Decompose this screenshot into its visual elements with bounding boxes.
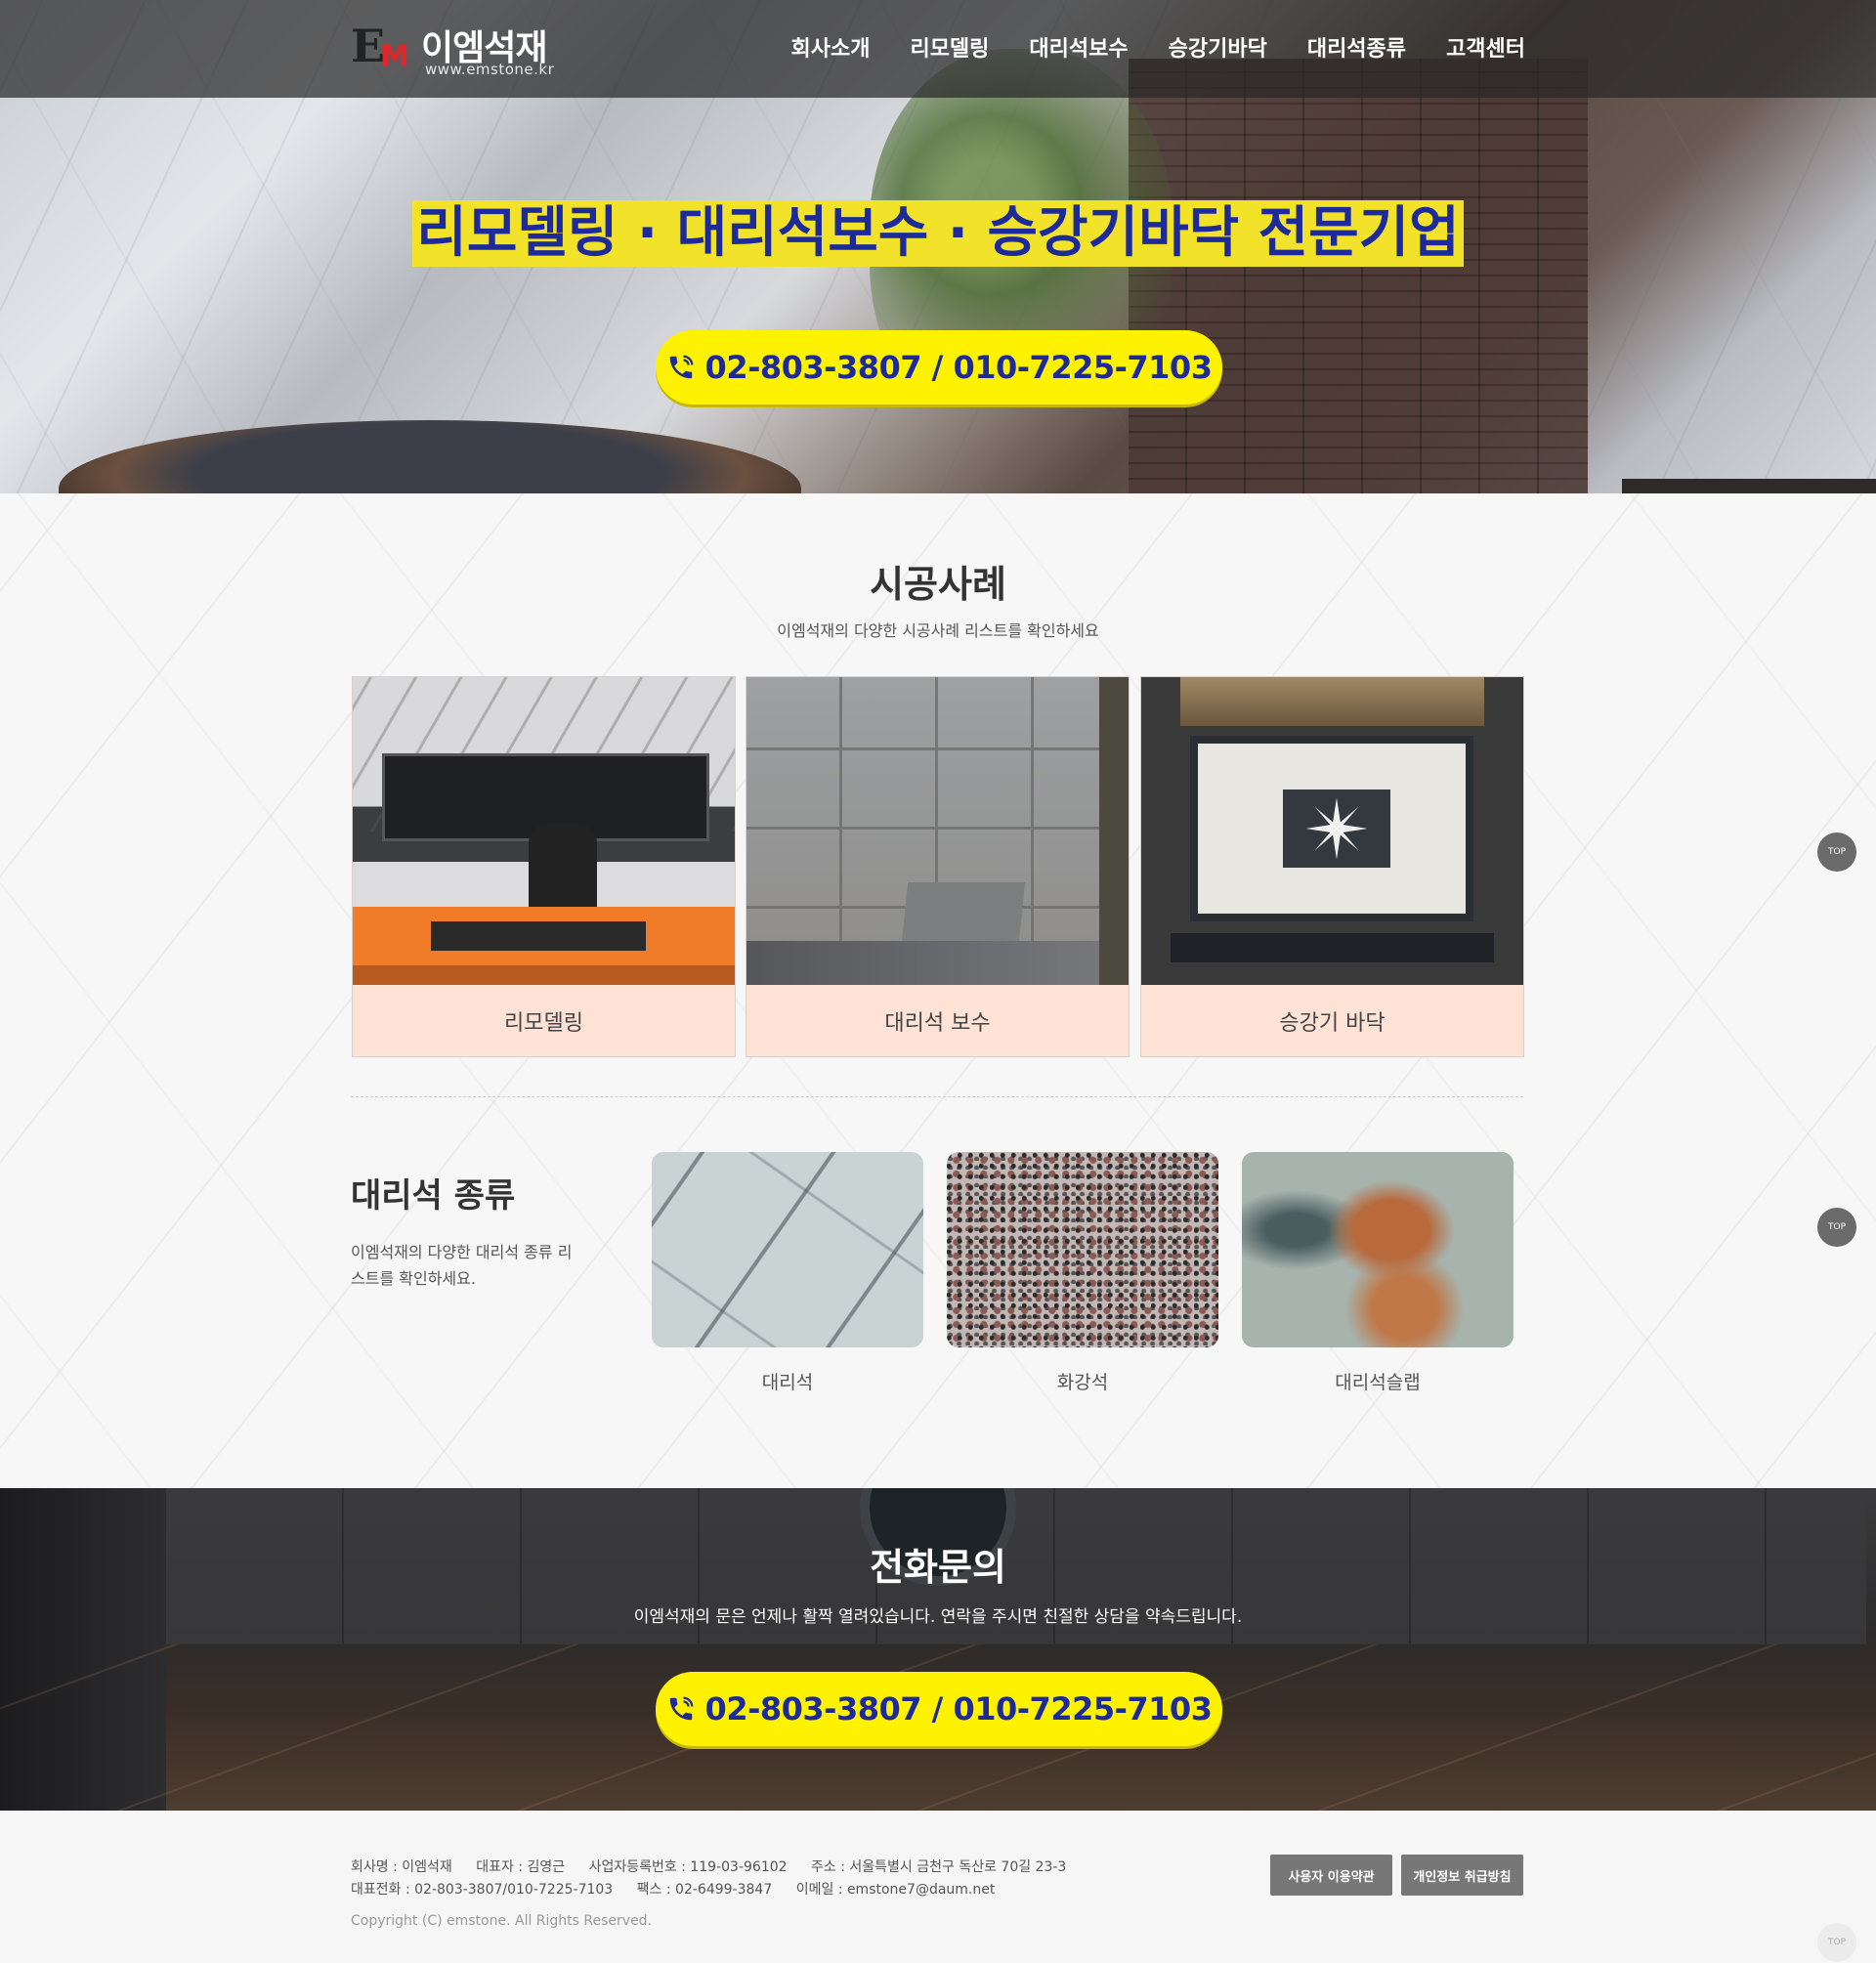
nav-item-marble-repair[interactable]: 대리석보수 xyxy=(1029,31,1128,63)
stone-image-marble-slab[interactable] xyxy=(1242,1152,1514,1347)
scroll-top-button[interactable]: TOP xyxy=(1817,1208,1856,1247)
hero-banner: E M 이엠석재 www.emstone.kr 회사소개 리모델링 대리석보수 … xyxy=(0,0,1876,493)
section-divider xyxy=(351,1096,1523,1097)
stone-types-title: 대리석 종류 xyxy=(351,1176,516,1216)
stone-caption-marble: 대리석 xyxy=(761,1372,814,1393)
case-image-marble-repair xyxy=(746,677,1129,985)
stone-image-granite[interactable] xyxy=(947,1152,1218,1347)
contact-phone-number: 02-803-3807 / 010-7225-7103 xyxy=(704,1690,1213,1728)
footer-copyright: Copyright (C) emstone. All Rights Reserv… xyxy=(351,1913,653,1929)
footer-contact-info: 대표전화 : 02-803-3807/010-7225-7103 팩스 : 02… xyxy=(351,1879,1014,1899)
hero-headline: 리모델링 · 대리석보수 · 승강기바닥 전문기업 xyxy=(412,200,1464,267)
footer-fax: 팩스 : 02-6499-3847 xyxy=(636,1882,773,1898)
case-caption: 대리석 보수 xyxy=(884,1011,991,1036)
nav-item-elevator-floor[interactable]: 승강기바닥 xyxy=(1169,31,1267,63)
contact-phone-button[interactable]: 02-803-3807 / 010-7225-7103 xyxy=(656,1672,1222,1746)
terms-button[interactable]: 사용자 이용약관 xyxy=(1270,1855,1392,1896)
contact-title: 전화문의 xyxy=(870,1546,1006,1589)
case-image-remodeling xyxy=(353,677,735,985)
cases-title: 시공사례 xyxy=(870,563,1006,606)
logo-mark-m: M xyxy=(380,39,409,73)
privacy-policy-button[interactable]: 개인정보 취급방침 xyxy=(1401,1855,1523,1896)
hero-phone-button[interactable]: 02-803-3807 / 010-7225-7103 xyxy=(656,330,1222,405)
footer-business-number: 사업자등록번호 : 119-03-96102 xyxy=(588,1859,788,1875)
footer-email: 이메일 : emstone7@daum.net xyxy=(795,1882,996,1898)
stone-caption-granite: 화강석 xyxy=(1056,1372,1109,1393)
site-logo[interactable]: E M 이엠석재 www.emstone.kr xyxy=(351,18,556,80)
footer-tel: 대표전화 : 02-803-3807/010-7225-7103 xyxy=(351,1882,614,1898)
phone-icon xyxy=(669,355,693,379)
stone-types-desc: 이엠석재의 다양한 대리석 종류 리스트를 확인하세요. xyxy=(351,1243,573,1288)
main-nav: 회사소개 리모델링 대리석보수 승강기바닥 대리석종류 고객센터 xyxy=(750,31,1525,63)
footer-ceo: 대표자 : 김영근 xyxy=(476,1859,566,1875)
case-card-marble-repair[interactable]: 대리석 보수 xyxy=(746,676,1130,1057)
site-footer: 회사명 : 이엠석재 대표자 : 김영근 사업자등록번호 : 119-03-96… xyxy=(0,1811,1876,1963)
case-card-elevator-floor[interactable]: 승강기 바닥 xyxy=(1140,676,1524,1057)
case-caption: 승강기 바닥 xyxy=(1279,1011,1386,1036)
footer-address: 주소 : 서울특별시 금천구 독산로 70길 23-3 xyxy=(811,1859,1067,1875)
stone-image-marble[interactable] xyxy=(652,1152,923,1347)
top-navigation-bar: E M 이엠석재 www.emstone.kr 회사소개 리모델링 대리석보수 … xyxy=(0,0,1876,98)
scroll-top-button[interactable]: TOP xyxy=(1817,832,1856,872)
nav-item-customer-center[interactable]: 고객센터 xyxy=(1446,31,1525,63)
nav-item-remodeling[interactable]: 리모델링 xyxy=(910,31,989,63)
hero-phone-number: 02-803-3807 / 010-7225-7103 xyxy=(704,349,1213,386)
nav-item-marble-types[interactable]: 대리석종류 xyxy=(1307,31,1406,63)
logo-url: www.emstone.kr xyxy=(425,61,555,78)
nav-item-company[interactable]: 회사소개 xyxy=(790,31,870,63)
scroll-top-button[interactable]: TOP xyxy=(1817,1923,1856,1962)
case-image-elevator-floor xyxy=(1141,677,1523,985)
footer-company-info: 회사명 : 이엠석재 대표자 : 김영근 사업자등록번호 : 119-03-96… xyxy=(351,1856,1086,1876)
contact-section: 전화문의 이엠석재의 문은 언제나 활짝 열려있습니다. 연락을 주시면 친절한… xyxy=(0,1488,1876,1811)
case-card-remodeling[interactable]: 리모델링 xyxy=(352,676,736,1057)
contact-subtitle: 이엠석재의 문은 언제나 활짝 열려있습니다. 연락을 주시면 친절한 상담을 … xyxy=(633,1607,1243,1627)
phone-icon xyxy=(669,1696,693,1721)
logo-mark-e: E xyxy=(351,20,385,72)
footer-company-name: 회사명 : 이엠석재 xyxy=(351,1859,452,1875)
stone-caption-marble-slab: 대리석슬랩 xyxy=(1335,1372,1421,1393)
star-inlay-icon xyxy=(1283,789,1390,868)
cases-subtitle: 이엠석재의 다양한 시공사례 리스트를 확인하세요 xyxy=(777,621,1099,640)
case-caption: 리모델링 xyxy=(504,1011,583,1036)
